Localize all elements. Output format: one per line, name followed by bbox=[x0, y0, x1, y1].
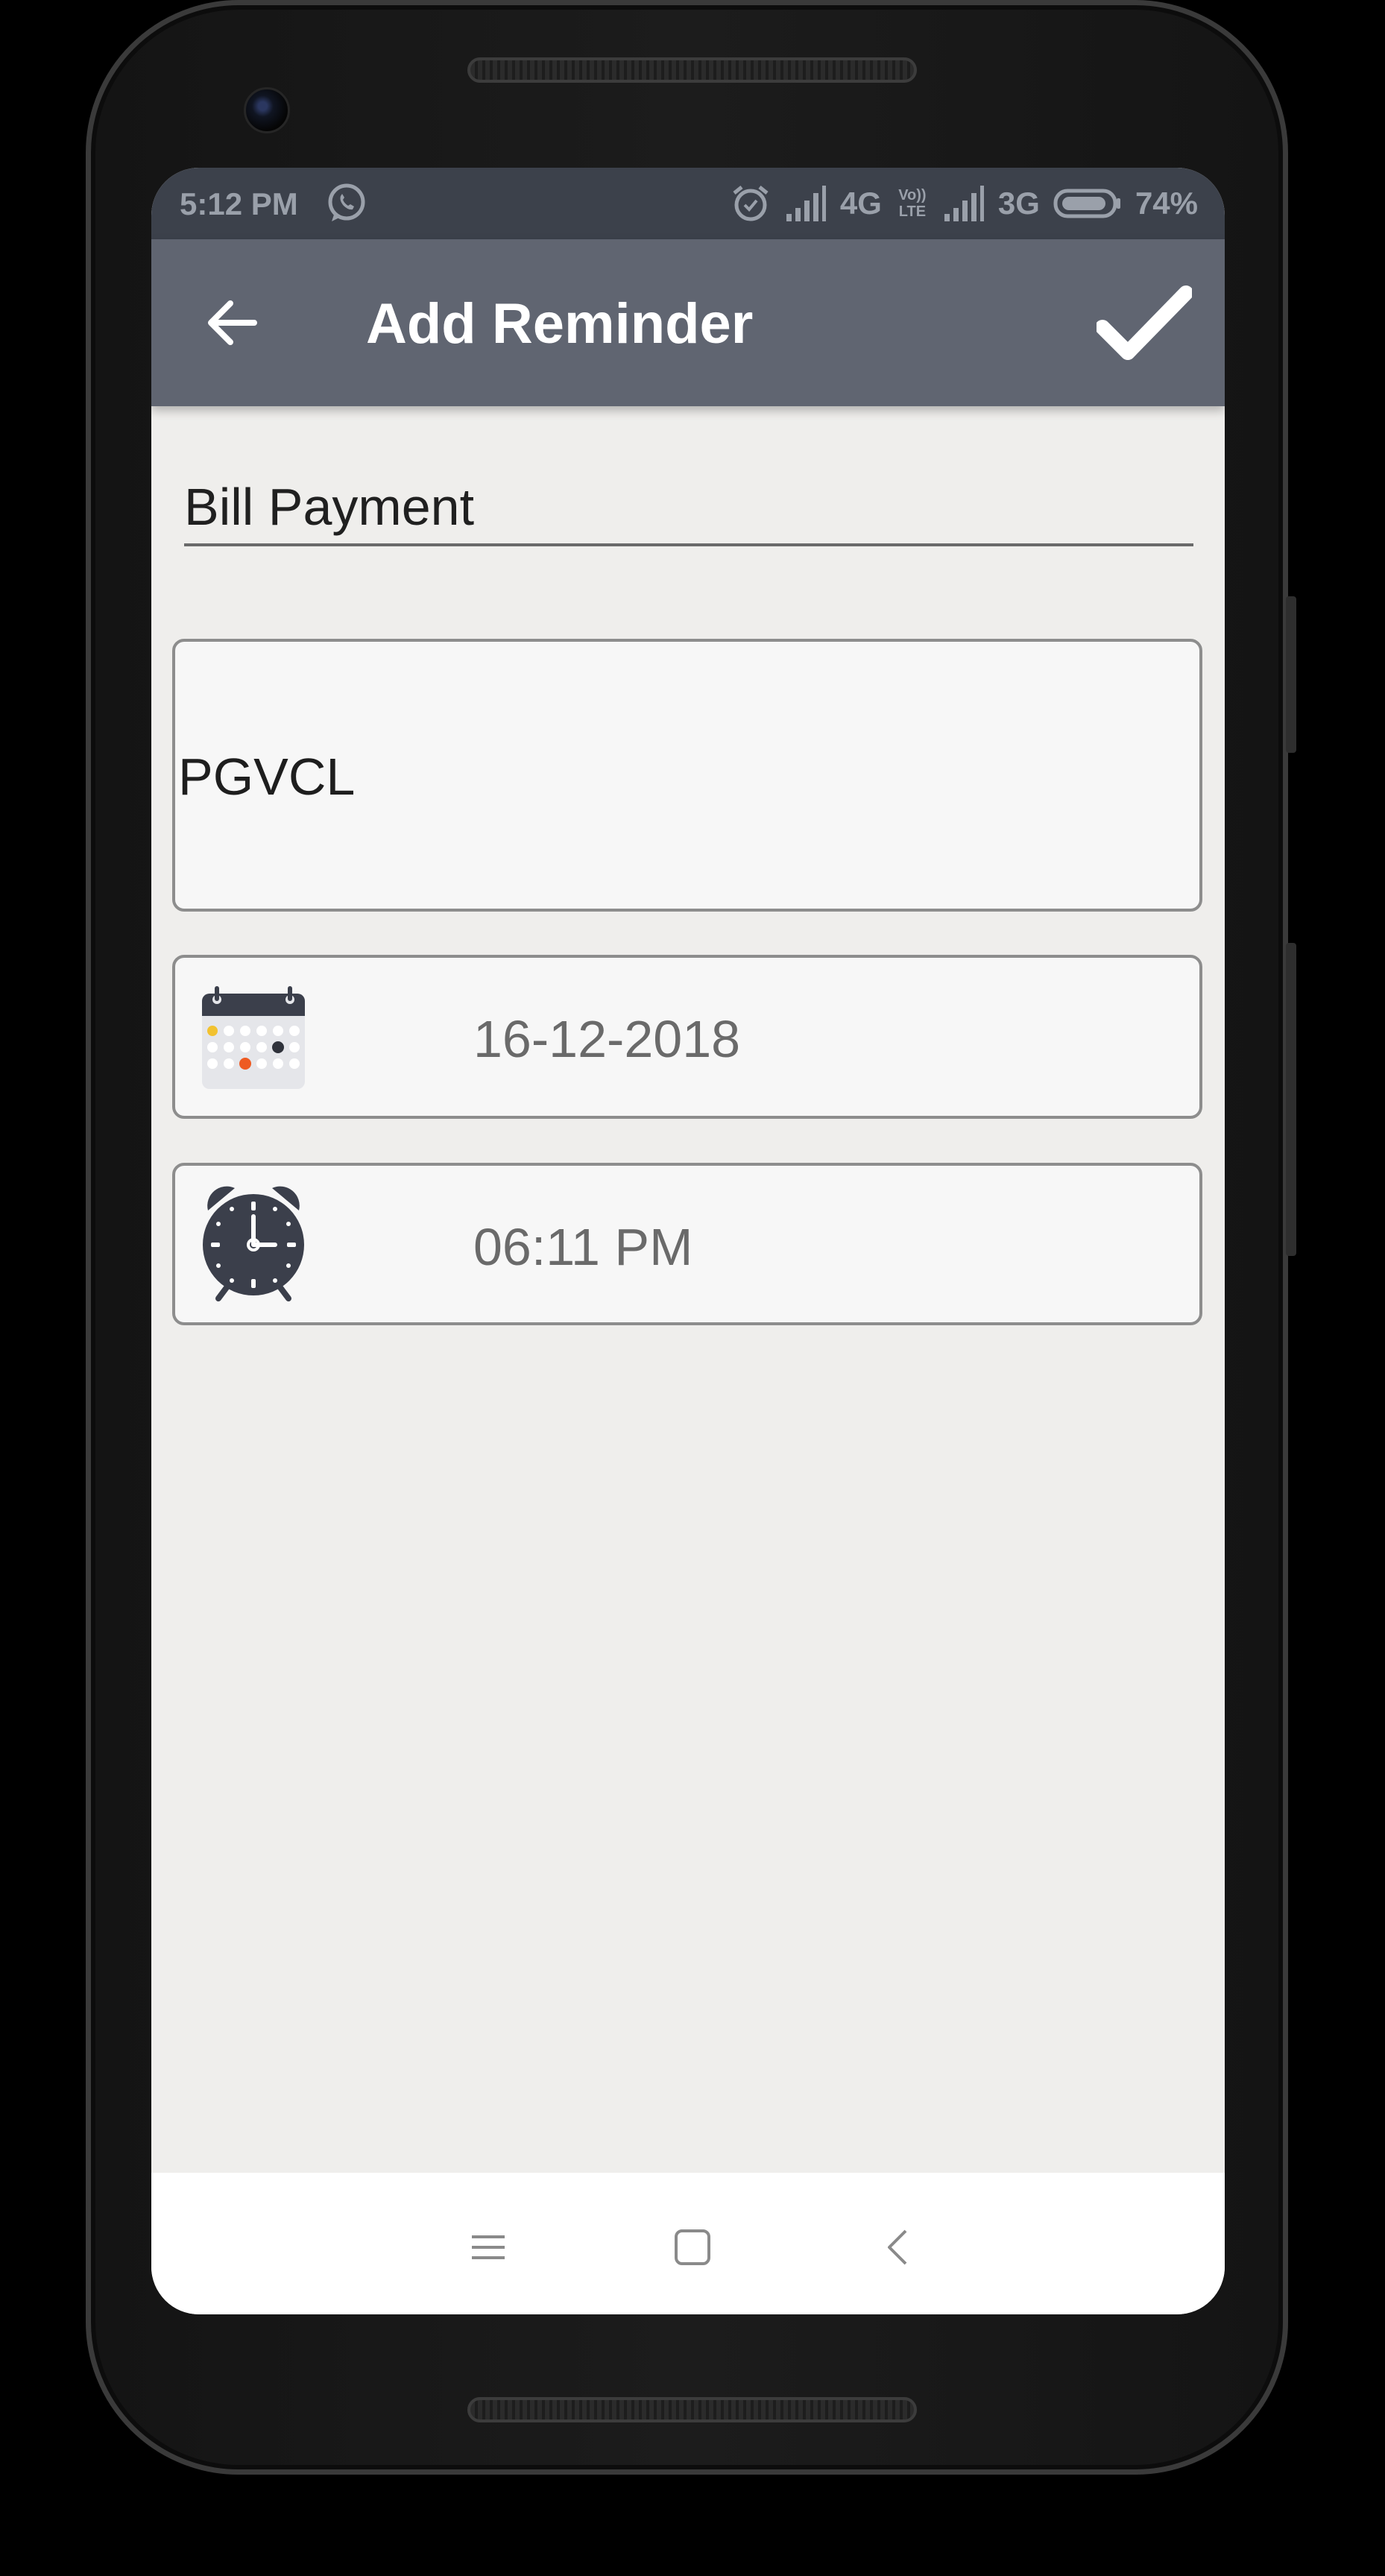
date-value: 16-12-2018 bbox=[473, 1010, 741, 1068]
chevron-left-icon[interactable] bbox=[877, 2225, 922, 2270]
alarm-clock-icon bbox=[203, 1186, 304, 1301]
home-square-icon[interactable] bbox=[670, 2225, 715, 2270]
date-picker-field[interactable]: 16-12-2018 bbox=[172, 955, 1202, 1119]
network-type-2: 3G bbox=[997, 186, 1040, 221]
front-camera bbox=[244, 87, 290, 133]
reminder-form: Bill Payment PGVCL 16-12-2018 06:11 PM bbox=[151, 406, 1225, 2314]
battery-icon bbox=[1053, 189, 1120, 218]
time-picker-field[interactable]: 06:11 PM bbox=[172, 1163, 1202, 1325]
phone-screen: 5:12 PM 4G Vo)) LTE 3G 74% Add Reminder … bbox=[151, 168, 1225, 2314]
network-type-1: 4G bbox=[839, 186, 882, 221]
reminder-description-value: PGVCL bbox=[178, 748, 356, 806]
status-bar: 5:12 PM 4G Vo)) LTE 3G 74% bbox=[151, 168, 1225, 239]
bottom-speaker bbox=[467, 2397, 917, 2422]
signal-2-icon bbox=[944, 186, 984, 221]
alarm-status-icon bbox=[733, 186, 769, 221]
volume-button bbox=[1286, 596, 1296, 753]
status-icons: 4G Vo)) LTE 3G 74% bbox=[730, 181, 1198, 226]
calendar-icon bbox=[202, 986, 305, 1089]
power-button bbox=[1286, 943, 1296, 1256]
top-speaker bbox=[467, 57, 917, 83]
whatsapp-icon bbox=[328, 183, 365, 221]
volte-badge: Vo)) LTE bbox=[898, 187, 927, 220]
reminder-description-input[interactable]: PGVCL bbox=[172, 639, 1202, 912]
arrow-left-icon[interactable] bbox=[202, 293, 262, 353]
battery-percent: 74% bbox=[1135, 186, 1198, 221]
status-time: 5:12 PM bbox=[180, 186, 298, 221]
menu-icon[interactable] bbox=[466, 2225, 511, 2270]
navigation-bar bbox=[151, 2173, 1225, 2314]
check-icon[interactable] bbox=[1097, 284, 1192, 362]
reminder-title-input[interactable]: Bill Payment bbox=[184, 475, 1193, 546]
app-bar: Add Reminder bbox=[151, 239, 1225, 406]
time-value: 06:11 PM bbox=[473, 1218, 693, 1276]
reminder-title-value: Bill Payment bbox=[184, 478, 475, 536]
signal-1-icon bbox=[786, 186, 826, 221]
page-title: Add Reminder bbox=[366, 292, 754, 356]
